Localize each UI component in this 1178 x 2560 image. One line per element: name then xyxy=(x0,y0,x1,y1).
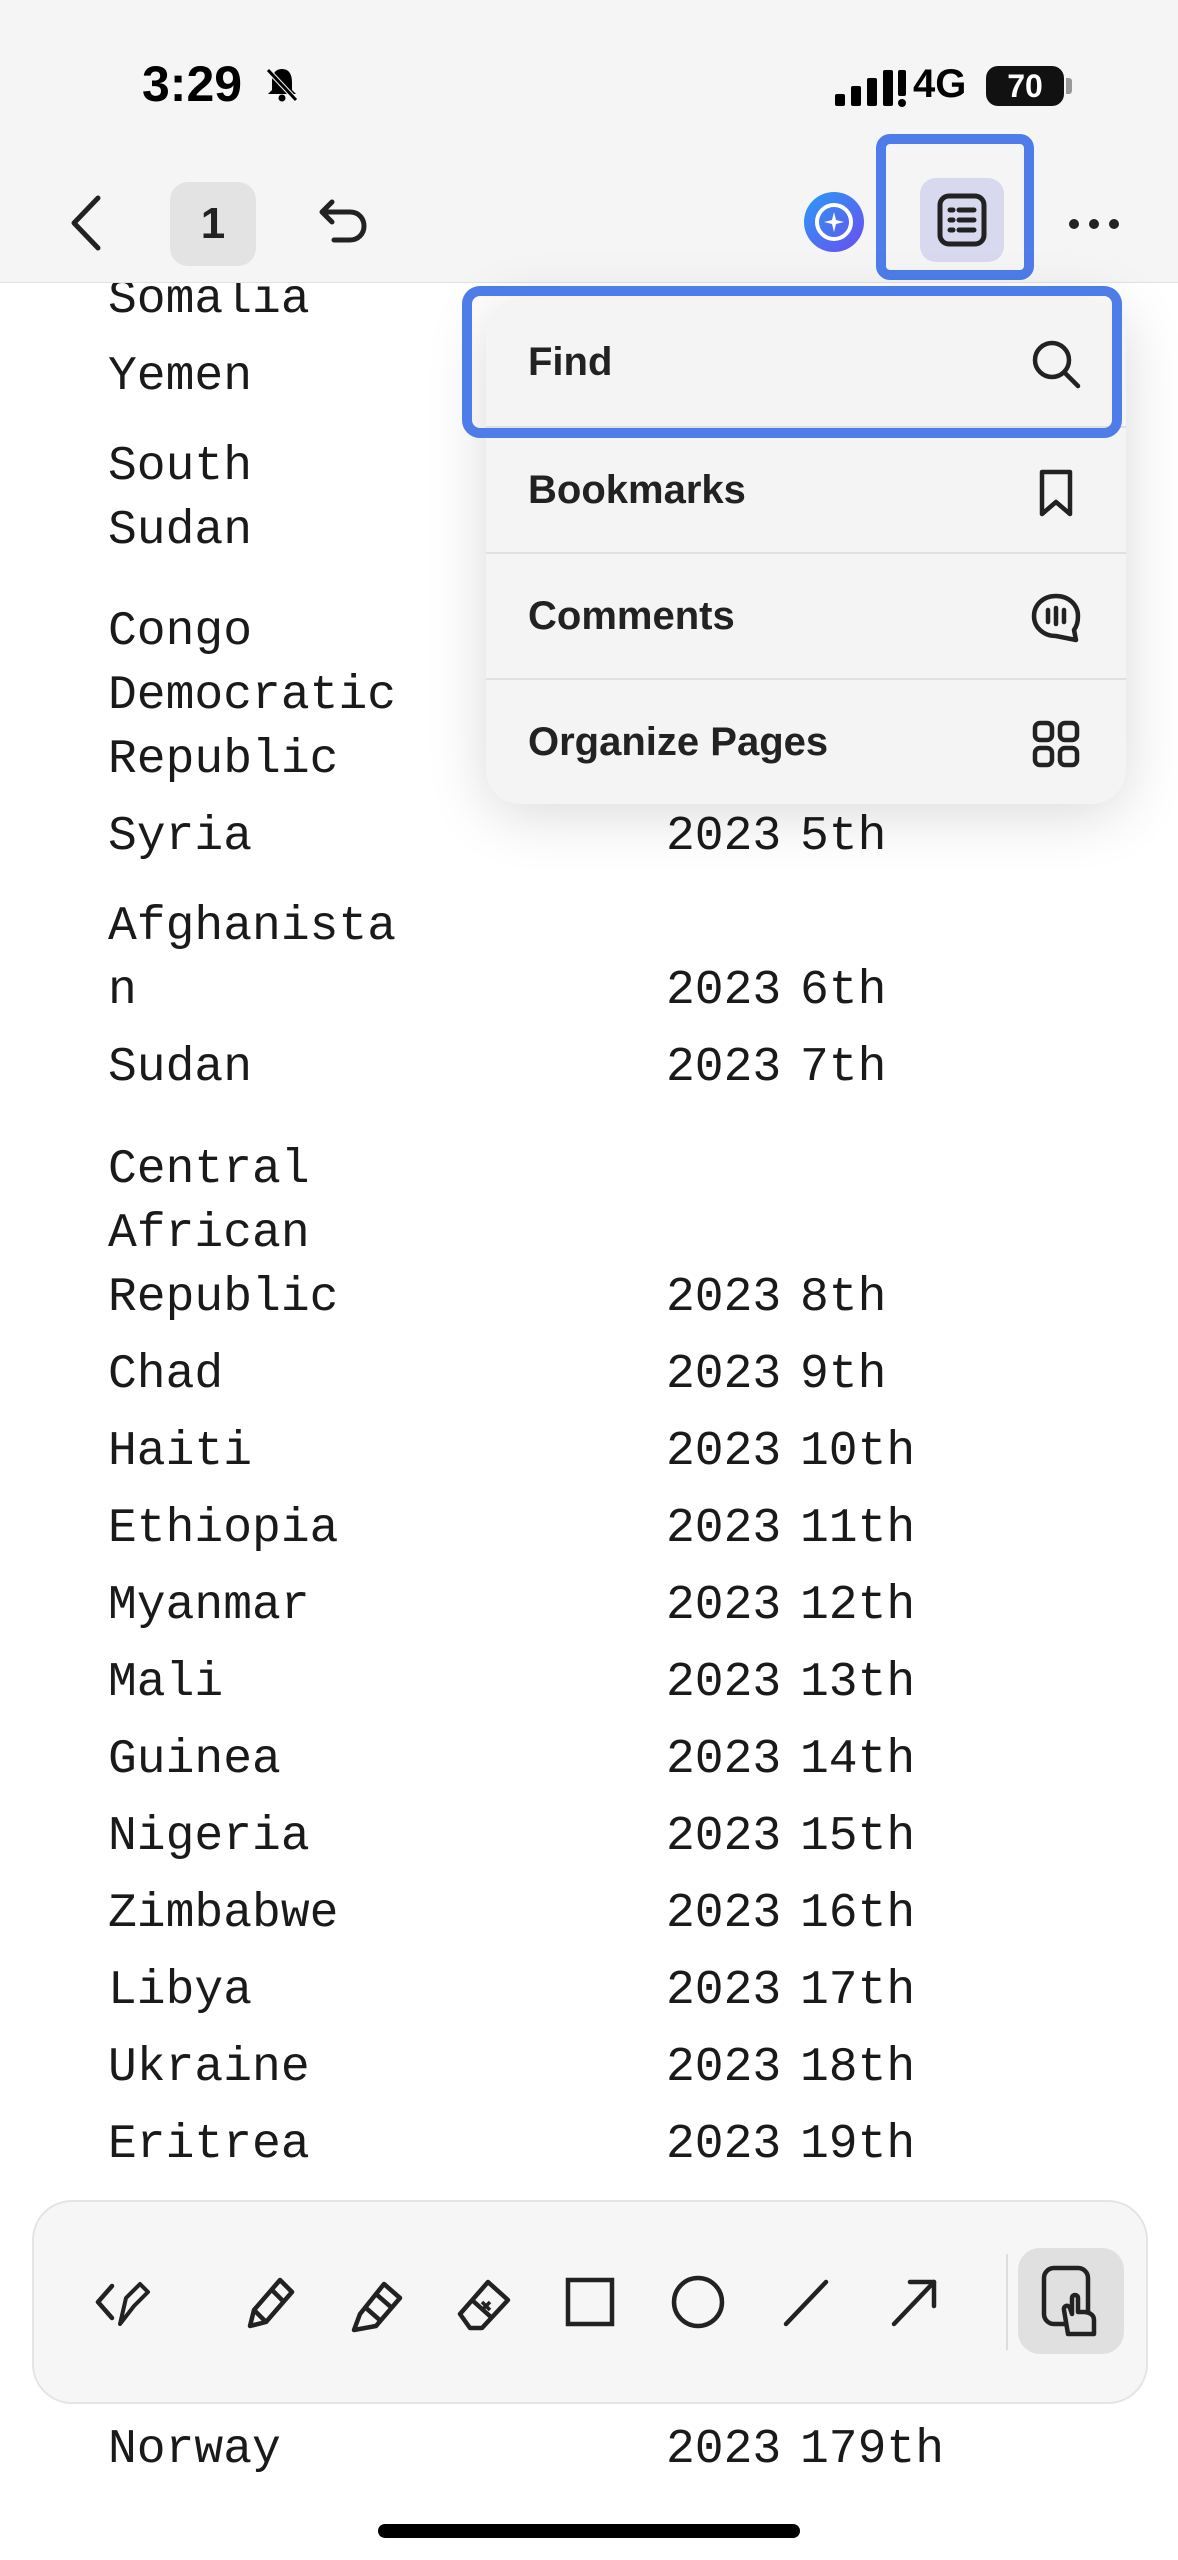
table-row: Ethiopia xyxy=(108,1502,339,1556)
table-row: Sudan xyxy=(108,504,253,558)
back-chevron-icon[interactable] xyxy=(82,2264,154,2340)
menu-item-bookmarks[interactable]: Bookmarks xyxy=(486,426,1126,554)
rank-cell: 7th xyxy=(800,1041,887,1095)
bell-slash-icon xyxy=(266,68,298,102)
rank-cell: 5th xyxy=(800,810,887,864)
table-row: Central xyxy=(108,1143,310,1197)
menu-item-label: Bookmarks xyxy=(528,468,746,512)
rank-cell: 14th xyxy=(800,1733,916,1787)
rank-cell: 10th xyxy=(800,1425,916,1479)
table-row: Eritrea xyxy=(108,2118,310,2172)
year-cell: 2023 xyxy=(666,1425,782,1479)
year-cell: 2023 xyxy=(666,2041,782,2095)
rank-cell: 16th xyxy=(800,1887,916,1941)
more-icon[interactable] xyxy=(1068,216,1120,232)
circle-icon[interactable] xyxy=(662,2264,734,2340)
network-type: 4G xyxy=(913,62,967,106)
table-row: Mali xyxy=(108,1656,224,1710)
table-row: Republic xyxy=(108,733,339,787)
home-indicator xyxy=(378,2524,800,2538)
year-cell: 2023 xyxy=(666,2423,782,2477)
line-icon[interactable] xyxy=(770,2264,842,2340)
year-cell: 2023 xyxy=(666,1656,782,1710)
comment-icon xyxy=(1031,593,1081,643)
table-row: Norway xyxy=(108,2423,281,2477)
table-row: South xyxy=(108,440,253,494)
rank-cell: 179th xyxy=(800,2423,945,2477)
touch-mode-button[interactable] xyxy=(1018,2248,1124,2354)
table-row: Haiti xyxy=(108,1425,253,1479)
battery-cap xyxy=(1066,78,1072,94)
table-row: Congo xyxy=(108,605,253,659)
rank-cell: 13th xyxy=(800,1656,916,1710)
year-cell: 2023 xyxy=(666,1810,782,1864)
annotation-toolbar xyxy=(32,2200,1148,2404)
rank-cell: 15th xyxy=(800,1810,916,1864)
year-cell: 2023 xyxy=(666,964,782,1018)
table-row: Libya xyxy=(108,1964,253,2018)
undo-icon[interactable] xyxy=(310,192,370,252)
page-number-button[interactable]: 1 xyxy=(170,182,256,266)
top-toolbar: 3:29 4G 70 1 xyxy=(0,0,1178,283)
year-cell: 2023 xyxy=(666,1271,782,1325)
table-row: Guinea xyxy=(108,1733,281,1787)
highlighter-icon[interactable] xyxy=(340,2264,412,2340)
table-row: Republic xyxy=(108,1271,339,1325)
table-row: Democratic xyxy=(108,669,397,723)
year-cell: 2023 xyxy=(666,1579,782,1633)
year-cell: 2023 xyxy=(666,1733,782,1787)
year-cell: 2023 xyxy=(666,1964,782,2018)
year-cell: 2023 xyxy=(666,1041,782,1095)
rank-cell: 8th xyxy=(800,1271,887,1325)
rank-cell: 9th xyxy=(800,1348,887,1402)
menu-item-comments[interactable]: Comments xyxy=(486,552,1126,680)
table-row: n xyxy=(108,964,137,1018)
year-cell: 2023 xyxy=(666,2118,782,2172)
marker-icon[interactable] xyxy=(232,2264,304,2340)
table-row: Chad xyxy=(108,1348,224,1402)
year-cell: 2023 xyxy=(666,1502,782,1556)
ai-assistant-icon[interactable] xyxy=(802,190,866,254)
arrow-icon[interactable] xyxy=(878,2264,950,2340)
menu-item-label: Comments xyxy=(528,594,735,638)
year-cell: 2023 xyxy=(666,1348,782,1402)
outline-button-highlight xyxy=(876,134,1034,280)
rank-cell: 18th xyxy=(800,2041,916,2095)
rank-cell: 12th xyxy=(800,1579,916,1633)
rank-cell: 17th xyxy=(800,1964,916,2018)
table-row: Sudan xyxy=(108,1041,253,1095)
rank-cell: 11th xyxy=(800,1502,916,1556)
rank-cell: 19th xyxy=(800,2118,916,2172)
find-item-highlight xyxy=(462,286,1122,438)
touch-mode-icon xyxy=(1041,2265,1097,2337)
table-row: African xyxy=(108,1207,310,1261)
table-row: Myanmar xyxy=(108,1579,310,1633)
signal-icon xyxy=(835,70,906,107)
year-cell: 2023 xyxy=(666,810,782,864)
rectangle-icon[interactable] xyxy=(554,2264,626,2340)
eraser-icon[interactable] xyxy=(446,2264,518,2340)
menu-item-organize-pages[interactable]: Organize Pages xyxy=(486,678,1126,806)
table-row: Zimbabwe xyxy=(108,1887,339,1941)
rank-cell: 6th xyxy=(800,964,887,1018)
back-chevron-icon[interactable] xyxy=(58,188,118,258)
table-row: Afghanista xyxy=(108,900,397,954)
table-row: Nigeria xyxy=(108,1810,310,1864)
battery-indicator: 70 xyxy=(986,66,1064,106)
bookmark-icon xyxy=(1039,469,1073,517)
table-row: Syria xyxy=(108,810,253,864)
year-cell: 2023 xyxy=(666,1887,782,1941)
table-row: Yemen xyxy=(108,350,253,404)
menu-item-label: Organize Pages xyxy=(528,720,829,764)
grid-icon xyxy=(1032,720,1080,768)
table-row: Ukraine xyxy=(108,2041,310,2095)
status-time: 3:29 xyxy=(142,56,243,112)
toolbar-divider xyxy=(1006,2254,1008,2350)
